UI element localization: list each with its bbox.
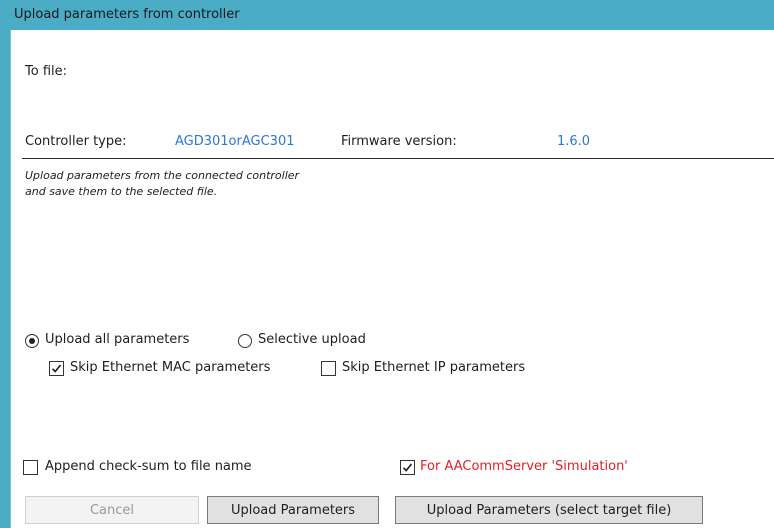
dialog-content: To file: Controller type: AGD301orAGC301… (11, 30, 774, 528)
selective-upload-label[interactable]: Selective upload (258, 332, 366, 347)
simulation-checkbox[interactable] (400, 460, 415, 475)
skip-ip-checkbox[interactable] (321, 361, 336, 376)
description-line-1: Upload parameters from the connected con… (25, 169, 300, 182)
controller-type-value: AGD301orAGC301 (175, 134, 295, 149)
checkmark-icon (51, 364, 62, 373)
firmware-version-label: Firmware version: (341, 134, 457, 149)
title-bar[interactable]: Upload parameters from controller (0, 0, 774, 30)
skip-ip-label[interactable]: Skip Ethernet IP parameters (342, 360, 525, 375)
cancel-button[interactable]: Cancel (25, 496, 199, 524)
section-divider (22, 158, 774, 159)
description-text: Upload parameters from the connected con… (25, 168, 299, 200)
skip-mac-label[interactable]: Skip Ethernet MAC parameters (70, 360, 270, 375)
skip-mac-checkbox[interactable] (49, 361, 64, 376)
selective-upload-radio[interactable] (238, 334, 252, 348)
upload-all-label[interactable]: Upload all parameters (45, 332, 189, 347)
window-frame-left (0, 30, 10, 528)
upload-all-radio[interactable] (25, 334, 39, 348)
controller-type-label: Controller type: (25, 134, 127, 149)
firmware-version-value: 1.6.0 (557, 134, 591, 149)
simulation-label[interactable]: For AACommServer 'Simulation' (420, 459, 628, 474)
checkmark-icon (402, 463, 413, 472)
radio-selected-dot (29, 338, 35, 344)
description-line-2: and save them to the selected file. (25, 185, 218, 198)
window-title: Upload parameters from controller (14, 7, 240, 22)
to-file-label: To file: (25, 64, 67, 79)
append-checksum-checkbox[interactable] (23, 460, 38, 475)
append-checksum-label[interactable]: Append check-sum to file name (45, 459, 252, 474)
upload-parameters-select-file-button[interactable]: Upload Parameters (select target file) (395, 496, 703, 524)
upload-parameters-button[interactable]: Upload Parameters (207, 496, 379, 524)
